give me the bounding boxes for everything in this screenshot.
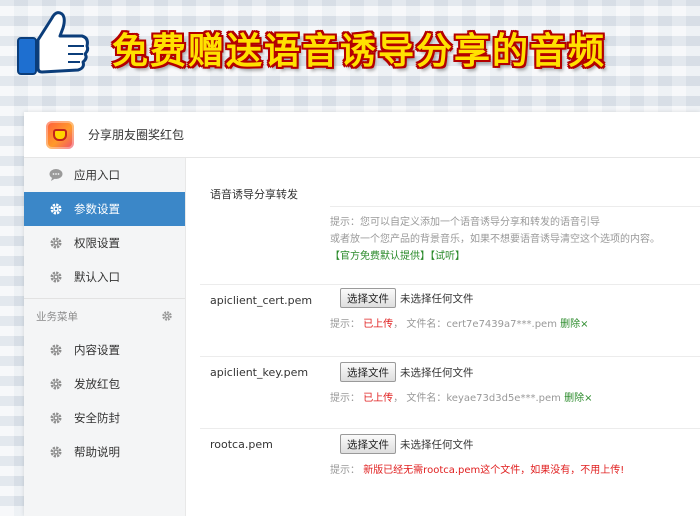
rootca-hint: 提示： 新版已经无需rootca.pem这个文件，如果没有，不用上传! xyxy=(330,465,625,476)
chat-icon xyxy=(48,167,64,183)
sidebar-group-business: 业务菜单 xyxy=(24,299,185,333)
thumbs-up-icon xyxy=(12,8,92,78)
sidebar-item-label: 默认入口 xyxy=(74,270,120,284)
sidebar-item-label: 安全防封 xyxy=(74,411,120,425)
cert-hint: 提示： 已上传， 文件名：cert7e7439a7***.pem 删除× xyxy=(330,319,589,330)
official-default-link[interactable]: 【官方免费默认提供】 xyxy=(330,251,430,262)
row-divider xyxy=(200,284,700,285)
sidebar-group-label: 业务菜单 xyxy=(36,310,78,323)
gear-icon xyxy=(48,235,64,251)
rootca-no-file-text: 未选择任何文件 xyxy=(400,438,474,451)
key-delete-link[interactable]: 删除× xyxy=(564,393,592,404)
gear-icon xyxy=(48,342,64,358)
app-header: 分享朋友圈奖红包 xyxy=(24,112,700,158)
rootca-warning: 新版已经无需rootca.pem这个文件，如果没有，不用上传! xyxy=(363,465,625,476)
sidebar-item-security[interactable]: 安全防封 xyxy=(24,401,185,435)
gear-icon[interactable] xyxy=(161,310,173,322)
sidebar-item-send-redpacket[interactable]: 发放红包 xyxy=(24,367,185,401)
sidebar-item-default-entry[interactable]: 默认入口 xyxy=(24,260,185,294)
gear-icon xyxy=(48,376,64,392)
sidebar-item-content-settings[interactable]: 内容设置 xyxy=(24,333,185,367)
rootca-choose-file-button[interactable]: 选择文件 xyxy=(340,434,396,454)
banner-title: 免费赠送语音诱导分享的音频 xyxy=(112,31,607,72)
row-divider xyxy=(200,356,700,357)
sidebar-item-label: 帮助说明 xyxy=(74,445,120,459)
key-label: apiclient_key.pem xyxy=(210,366,309,379)
sidebar-item-label: 内容设置 xyxy=(74,343,120,357)
key-no-file-text: 未选择任何文件 xyxy=(400,366,474,379)
key-filename: keyae73d3d5e***.pem xyxy=(446,393,561,404)
app-logo-icon xyxy=(46,120,74,149)
try-listen-link[interactable]: 【试听】 xyxy=(430,251,465,262)
cert-filename: cert7e7439a7***.pem xyxy=(446,319,557,330)
rootca-file-input: 选择文件 未选择任何文件 xyxy=(340,434,474,454)
settings-content: 语音诱导分享转发 提示：您可以自定义添加一个语音诱导分享和转发的语音引导 或者放… xyxy=(186,158,700,516)
gear-icon xyxy=(48,444,64,460)
cert-no-file-text: 未选择任何文件 xyxy=(400,292,474,305)
sidebar: 应用入口 参数设置 权限设置 默认入口 业务菜单 内容设置 发放红包 安全防封 … xyxy=(24,158,186,516)
sidebar-item-label: 参数设置 xyxy=(74,202,120,216)
sidebar-item-app-entry[interactable]: 应用入口 xyxy=(24,158,185,192)
cert-delete-link[interactable]: 删除× xyxy=(560,319,588,330)
gear-icon xyxy=(48,201,64,217)
voice-input-line[interactable] xyxy=(330,206,700,207)
sidebar-item-permissions[interactable]: 权限设置 xyxy=(24,226,185,260)
row-divider xyxy=(200,428,700,429)
gear-icon xyxy=(48,410,64,426)
cert-label: apiclient_cert.pem xyxy=(210,294,313,307)
gear-icon xyxy=(48,269,64,285)
sidebar-item-help[interactable]: 帮助说明 xyxy=(24,435,185,469)
sidebar-item-label: 应用入口 xyxy=(74,168,120,182)
key-status: 已上传 xyxy=(363,393,394,404)
promo-banner: 免费赠送语音诱导分享的音频 xyxy=(0,0,700,108)
key-choose-file-button[interactable]: 选择文件 xyxy=(340,362,396,382)
sidebar-item-label: 发放红包 xyxy=(74,377,120,391)
voice-hint: 提示：您可以自定义添加一个语音诱导分享和转发的语音引导 或者放一个您产品的背景音… xyxy=(330,217,660,262)
app-panel: 分享朋友圈奖红包 应用入口 参数设置 权限设置 默认入口 业务菜单 内容设置 发… xyxy=(24,112,700,516)
cert-choose-file-button[interactable]: 选择文件 xyxy=(340,288,396,308)
cert-status: 已上传 xyxy=(363,319,394,330)
key-hint: 提示： 已上传， 文件名：keyae73d3d5e***.pem 删除× xyxy=(330,393,593,404)
cert-file-input: 选择文件 未选择任何文件 xyxy=(340,288,474,308)
rootca-label: rootca.pem xyxy=(210,438,273,451)
voice-setting-label: 语音诱导分享转发 xyxy=(210,188,298,201)
sidebar-item-label: 权限设置 xyxy=(74,236,120,250)
key-file-input: 选择文件 未选择任何文件 xyxy=(340,362,474,382)
sidebar-item-params[interactable]: 参数设置 xyxy=(24,192,185,226)
app-name: 分享朋友圈奖红包 xyxy=(88,128,185,142)
